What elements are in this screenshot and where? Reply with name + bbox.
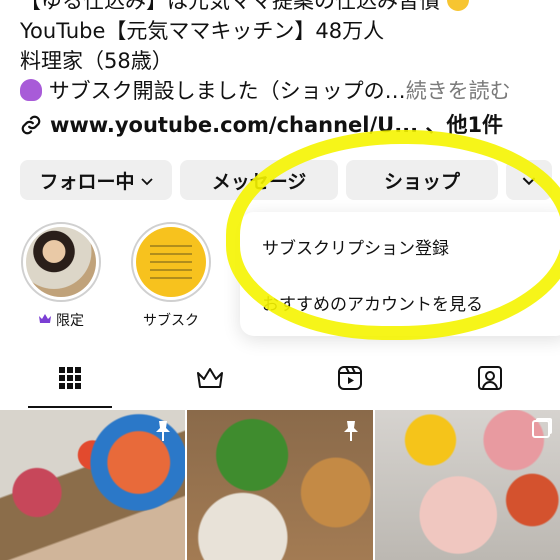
pin-icon [153,420,173,446]
chevron-down-icon [140,169,153,191]
posts-grid [0,410,560,560]
post-thumbnail[interactable] [374,410,560,560]
tab-posts[interactable] [0,352,140,408]
following-button-label: フォロー中 [39,170,135,193]
tab-subscriptions[interactable] [140,352,280,408]
highlight-label: 限定 [38,310,84,330]
highlight-label-text: サブスク [143,313,199,329]
story-highlights: 限定 サブスク [20,222,212,330]
tagged-icon [476,364,504,396]
read-more-link[interactable]: 続きを読む [406,79,511,103]
tab-reels[interactable] [280,352,420,408]
bio-line-2: YouTube【元気ママキッチン】48万人 [20,19,385,43]
tab-tagged[interactable] [420,352,560,408]
crown-icon [38,313,52,328]
highlight-subscription[interactable]: サブスク [130,222,212,330]
highlight-cover-image [136,227,206,297]
bio-text-4: サブスク開設しました（ショップの… [48,79,406,103]
following-button[interactable]: フォロー中 [20,160,172,200]
multi-image-icon [531,420,550,438]
profile-tabs [0,352,560,408]
crown-icon [196,367,224,393]
profile-bio: 【ゆる仕込み】は元気ママ提案の仕込み習慣 YouTube【元気ママキッチン】48… [20,0,560,144]
highlight-ring [21,222,101,302]
highlight-limited[interactable]: 限定 [20,222,102,330]
highlight-annotation [226,130,560,340]
highlight-label-text: 限定 [56,313,84,329]
link-icon [20,114,42,144]
smile-emoji-icon [446,0,469,11]
bio-line-4: サブスク開設しました（ショップの…続きを読む [20,76,560,106]
grid-icon [58,366,82,394]
purple-heart-icon [20,79,42,101]
highlight-ring [131,222,211,302]
bio-text-1: 【ゆる仕込み】は元気ママ提案の仕込み習慣 [20,0,440,13]
bio-line-1: 【ゆる仕込み】は元気ママ提案の仕込み習慣 [20,0,560,16]
highlight-label: サブスク [143,310,199,330]
post-thumbnail[interactable] [0,410,186,560]
reels-icon [337,365,363,395]
pin-icon [341,420,361,446]
post-thumbnail[interactable] [187,410,373,560]
bio-line-3: 料理家（58歳） [20,49,173,73]
highlight-cover-image [26,227,96,297]
